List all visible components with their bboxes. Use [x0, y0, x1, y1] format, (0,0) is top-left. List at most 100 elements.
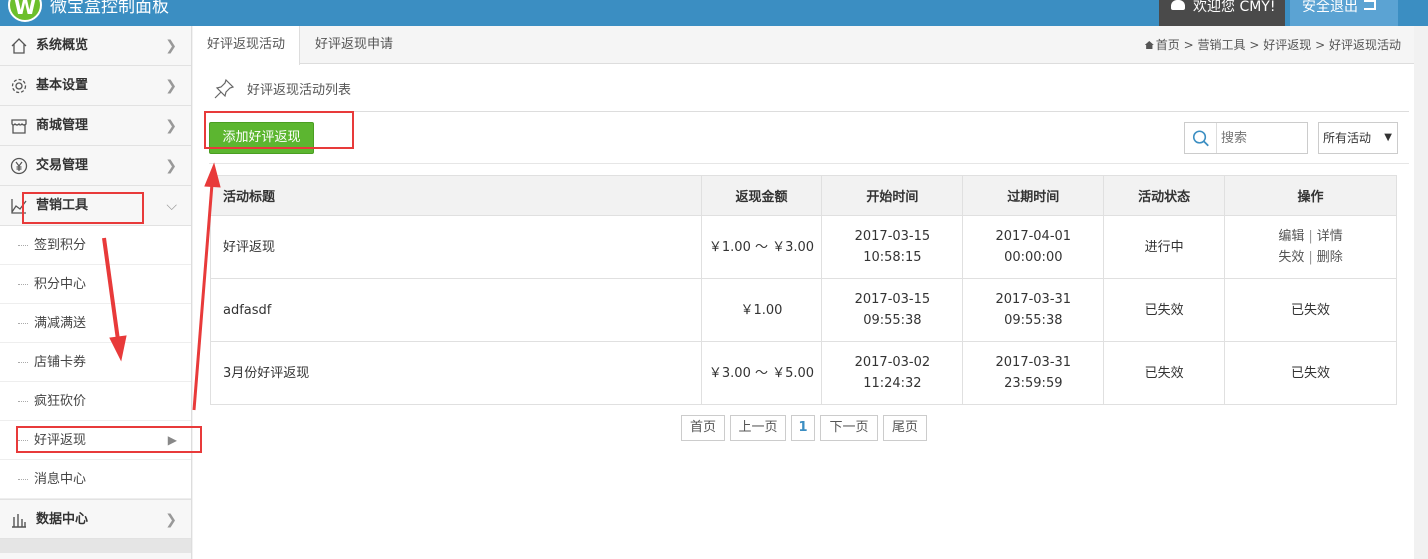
sidebar-subitem-messages[interactable]: 消息中心	[0, 460, 191, 499]
sidebar-subitem-bargain[interactable]: 疯狂砍价	[0, 382, 191, 421]
sidebar-subitem-discount-gift[interactable]: 满减满送	[0, 304, 191, 343]
column-header: 过期时间	[962, 175, 1105, 216]
search-box	[1184, 122, 1308, 154]
subitem-label: 积分中心	[34, 277, 87, 292]
section-title: 好评返现活动列表	[247, 83, 352, 98]
sidebar-item-overview[interactable]: 系统概览 ❯	[0, 26, 191, 66]
operations-disabled: 已失效	[1224, 278, 1397, 342]
start-clock: 09:55:38	[863, 313, 922, 328]
start-time: 2017-03-15 10:58:15	[821, 215, 964, 279]
column-header: 返现金额	[700, 175, 823, 216]
operations: 编辑 | 详情 失效 | 删除	[1224, 215, 1397, 279]
user-icon	[1171, 0, 1185, 10]
caret-down-icon: ▼	[1384, 132, 1392, 143]
status-badge: 已失效	[1103, 341, 1226, 405]
chevron-right-icon: ❯	[165, 38, 177, 54]
yen-icon	[10, 157, 28, 175]
disable-link[interactable]: 失效	[1278, 250, 1304, 265]
tab-review-cashback-application[interactable]: 好评返现申请	[301, 26, 407, 64]
activity-title: adfasdf	[210, 278, 702, 342]
sidebar-item-settings[interactable]: 基本设置 ❯	[0, 66, 191, 106]
breadcrumb-sep: >	[1315, 38, 1326, 52]
column-header: 活动状态	[1103, 175, 1226, 216]
sidebar-subitem-checkin-points[interactable]: 签到积分	[0, 226, 191, 265]
breadcrumb-item-current: 好评返现活动	[1328, 38, 1401, 52]
bar-chart-icon	[12, 514, 26, 528]
end-clock: 00:00:00	[1004, 250, 1063, 265]
tab-review-cashback-activity[interactable]: 好评返现活动	[193, 26, 301, 65]
sidebar-item-label: 商城管理	[36, 118, 89, 133]
filter-value: 所有活动	[1323, 131, 1372, 145]
sidebar-item-data-center[interactable]: 数据中心 ❯	[0, 499, 191, 539]
sidebar-item-label: 交易管理	[36, 158, 89, 173]
separator: |	[1308, 229, 1313, 244]
chevron-down-icon: ⌵	[166, 198, 177, 214]
end-clock: 09:55:38	[1004, 313, 1063, 328]
sidebar-item-label: 数据中心	[36, 512, 89, 527]
activity-filter-select[interactable]: 所有活动 ▼	[1318, 122, 1398, 154]
search-input[interactable]	[1221, 127, 1301, 149]
annotation-box-add-button	[204, 111, 354, 149]
table-row: 好评返现 ￥1.00 ～ ￥3.00 2017-03-15 10:58:15 20…	[210, 215, 1397, 279]
welcome-user[interactable]: 欢迎您 CMY!	[1159, 0, 1285, 26]
sidebar-item-store[interactable]: 商城管理 ❯	[0, 106, 191, 146]
app-title: 微宝盒控制面板	[50, 0, 169, 17]
delete-link[interactable]: 删除	[1317, 250, 1343, 265]
end-date: 2017-04-01	[995, 229, 1072, 244]
operations-disabled: 已失效	[1224, 341, 1397, 405]
main-content: 好评返现活动 好评返现申请 首页 > 营销工具 > 好评返现 > 好评返现活动 …	[193, 26, 1428, 559]
edit-link[interactable]: 编辑	[1278, 229, 1304, 244]
breadcrumb-item[interactable]: 好评返现	[1263, 38, 1311, 52]
chevron-right-icon: ❯	[165, 512, 177, 528]
column-header: 活动标题	[210, 175, 702, 216]
start-date: 2017-03-15	[854, 292, 931, 307]
page-prev-button[interactable]: 上一页	[730, 415, 786, 441]
end-date: 2017-03-31	[995, 355, 1072, 370]
home-icon	[11, 38, 27, 54]
store-icon	[11, 119, 27, 134]
activity-title: 好评返现	[210, 215, 702, 279]
home-icon	[1144, 41, 1154, 49]
logout-button[interactable]: 安全退出	[1290, 0, 1398, 26]
chevron-right-icon: ❯	[165, 78, 177, 94]
breadcrumb-item[interactable]: 营销工具	[1198, 38, 1246, 52]
sidebar: 系统概览 ❯ 基本设置 ❯ 商城管理 ❯ 交易管理 ❯ 营销工具 ⌵ 签到积分 …	[0, 26, 192, 559]
logout-label: 安全退出	[1302, 0, 1358, 15]
sidebar-subitem-points-center[interactable]: 积分中心	[0, 265, 191, 304]
page-last-button[interactable]: 尾页	[883, 415, 927, 441]
start-date: 2017-03-02	[854, 355, 931, 370]
tab-bar: 好评返现活动 好评返现申请 首页 > 营销工具 > 好评返现 > 好评返现活动	[193, 26, 1415, 65]
cashback-amount: ￥3.00 ～ ￥5.00	[700, 341, 823, 405]
sidebar-footer	[0, 539, 191, 553]
sidebar-item-trade[interactable]: 交易管理 ❯	[0, 146, 191, 186]
subitem-label: 签到积分	[34, 238, 87, 253]
end-time: 2017-03-31 23:59:59	[962, 341, 1105, 405]
start-time: 2017-03-02 11:24:32	[821, 341, 964, 405]
start-time: 2017-03-15 09:55:38	[821, 278, 964, 342]
end-clock: 23:59:59	[1004, 376, 1063, 391]
chevron-right-icon: ❯	[165, 118, 177, 134]
gear-icon	[11, 78, 27, 94]
marketing-submenu: 签到积分 积分中心 满减满送 店铺卡券 疯狂砍价 好评返现 ▶ 消息中心	[0, 226, 191, 499]
breadcrumb-sep: >	[1249, 38, 1260, 52]
breadcrumb: 首页 > 营销工具 > 好评返现 > 好评返现活动	[1144, 26, 1401, 64]
search-icon[interactable]	[1185, 123, 1217, 153]
sidebar-item-label: 系统概览	[36, 38, 89, 53]
start-clock: 10:58:15	[863, 250, 922, 265]
activity-title: 3月份好评返现	[210, 341, 702, 405]
table-row: 3月份好评返现 ￥3.00 ～ ￥5.00 2017-03-02 11:24:32…	[210, 341, 1397, 405]
sidebar-subitem-store-coupons[interactable]: 店铺卡券	[0, 343, 191, 382]
breadcrumb-home[interactable]: 首页	[1156, 38, 1180, 52]
subitem-label: 店铺卡券	[34, 355, 87, 370]
status-badge: 进行中	[1103, 215, 1226, 279]
scrollbar[interactable]	[1414, 26, 1428, 559]
status-badge: 已失效	[1103, 278, 1226, 342]
start-clock: 11:24:32	[863, 376, 922, 391]
annotation-box-marketing	[22, 192, 144, 224]
end-time: 2017-04-01 00:00:00	[962, 215, 1105, 279]
details-link[interactable]: 详情	[1317, 229, 1343, 244]
page-current[interactable]: 1	[791, 415, 815, 441]
page-first-button[interactable]: 首页	[681, 415, 725, 441]
top-bar: W 微宝盒控制面板 欢迎您 CMY! 安全退出	[0, 0, 1428, 26]
page-next-button[interactable]: 下一页	[820, 415, 878, 441]
